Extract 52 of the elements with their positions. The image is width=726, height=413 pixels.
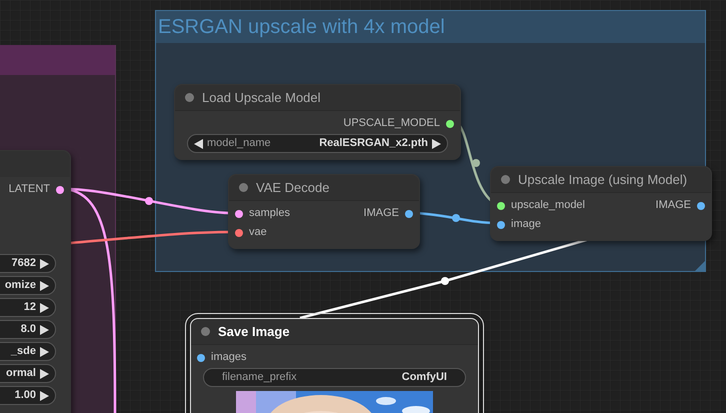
- node-status-icon: [239, 183, 248, 192]
- node-status-icon: [201, 327, 210, 336]
- output-label: UPSCALE_MODEL: [343, 116, 440, 132]
- widget-field[interactable]: model_name RealESRGAN_x2.pth: [187, 134, 448, 153]
- arrow-right-icon[interactable]: [40, 390, 49, 400]
- arrow-right-icon[interactable]: [40, 368, 49, 378]
- widget-value: 7682: [12, 258, 36, 269]
- output-label: IMAGE: [364, 206, 399, 222]
- node-status-icon: [501, 175, 510, 184]
- widget-field[interactable]: ormal: [0, 364, 56, 383]
- widget-field[interactable]: 12: [0, 298, 56, 317]
- arrow-left-icon[interactable]: [194, 138, 203, 148]
- arrow-right-icon[interactable]: [40, 324, 49, 334]
- graph-node[interactable]: Load Upscale Model UPSCALE_MODEL model_name RealESRGAN_x2.pth: [174, 84, 461, 160]
- widget-value: ComfyUI: [402, 372, 447, 383]
- node-title: Save Image: [218, 322, 290, 341]
- input-label: vae: [249, 225, 267, 240]
- group-title: ESRGAN upscale with 4x model: [158, 15, 445, 40]
- widget-field[interactable]: 8.0: [0, 320, 56, 339]
- widget-field[interactable]: filename_prefix ComfyUI: [203, 368, 466, 387]
- widget-field[interactable]: _sde: [0, 342, 56, 361]
- node-title: Load Upscale Model: [202, 88, 321, 107]
- widget-value: 12: [24, 302, 36, 313]
- node-title: VAE Decode: [256, 178, 330, 197]
- widget-field[interactable]: 1.00: [0, 386, 56, 405]
- widget-field[interactable]: 7682: [0, 254, 56, 273]
- graph-node[interactable]: LATENT 7682 omize 12 8.0 _sde ormal 1.00: [0, 150, 71, 413]
- input-label: images: [211, 350, 246, 366]
- output-label: IMAGE: [656, 198, 691, 214]
- widget-value: 1.00: [14, 390, 36, 401]
- input-label: image: [511, 217, 541, 232]
- input-label: upscale_model: [511, 198, 585, 214]
- widget-value: RealESRGAN_x2.pth: [319, 138, 428, 149]
- resize-handle-icon[interactable]: [695, 261, 705, 271]
- widget-value: ormal: [6, 368, 36, 379]
- input-label: samples: [249, 206, 290, 222]
- widget-label: filename_prefix: [222, 372, 297, 383]
- graph-node[interactable]: VAE Decode samples IMAGE vae: [228, 174, 420, 249]
- widget-value: _sde: [10, 346, 36, 357]
- widget-label: model_name: [207, 138, 271, 149]
- arrow-right-icon[interactable]: [40, 302, 49, 312]
- arrow-right-icon[interactable]: [40, 280, 49, 290]
- graph-node[interactable]: Upscale Image (using Model) upscale_model IMAGE image: [490, 166, 712, 241]
- arrow-right-icon[interactable]: [432, 138, 441, 148]
- node-title: Upscale Image (using Model): [518, 170, 688, 189]
- widget-value: omize: [4, 280, 36, 291]
- widget-field[interactable]: omize: [0, 276, 56, 295]
- arrow-right-icon[interactable]: [40, 346, 49, 356]
- arrow-right-icon[interactable]: [40, 258, 49, 268]
- widget-value: 8.0: [20, 324, 36, 335]
- output-label: LATENT: [8, 182, 50, 198]
- node-status-icon: [185, 93, 194, 102]
